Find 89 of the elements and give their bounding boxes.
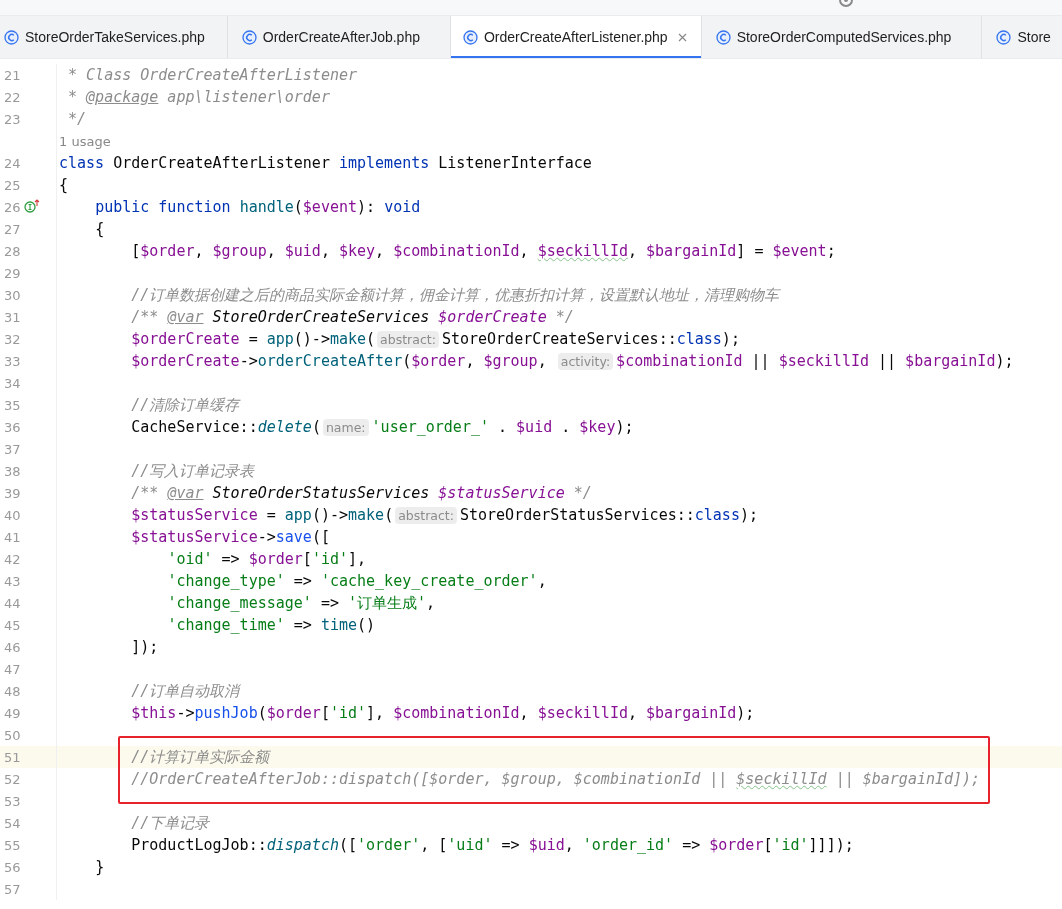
code-text: { <box>59 176 69 194</box>
line-number: 54 <box>3 815 21 831</box>
line-number: 39 <box>3 485 21 501</box>
parameter-hint: abstract: <box>395 506 457 524</box>
file-tab[interactable]: OrderCreateAfterJob.php <box>227 16 451 58</box>
code-text: $combinationId || $seckillId || $bargainId); <box>616 352 1014 370</box>
line-number: 55 <box>3 837 21 853</box>
close-icon[interactable] <box>677 32 687 42</box>
line-number: 36 <box>3 419 21 435</box>
line-number: 48 <box>3 683 21 699</box>
line-number: 37 <box>3 441 21 457</box>
code-text: * @package app\listener\order <box>68 88 330 106</box>
code-text: $statusService = app()->make( <box>131 506 394 524</box>
line-number: 23 <box>3 111 21 127</box>
code-text: $this->pushJob($order['id'], $combinationId, $seckillId, $bargainId); <box>131 704 755 722</box>
parameter-hint: activity: <box>557 352 614 370</box>
file-tab[interactable]: OrderCreateAfterListener.php <box>450 16 702 58</box>
line-number: 21 <box>3 67 21 83</box>
usage-count[interactable]: 1 usage <box>59 133 111 149</box>
line-number: 46 <box>3 639 21 655</box>
code-text: //写入订单记录表 <box>131 461 255 481</box>
line-number: 49 <box>3 705 21 721</box>
line-number: 42 <box>3 551 21 567</box>
line-number: 34 <box>3 375 21 391</box>
code-text: /** @var StoreOrderStatusServices $statusService */ <box>131 484 592 502</box>
line-number: 29 <box>3 265 21 281</box>
code-text: 'change_time' => time() <box>167 616 376 634</box>
code-text: //下单记录 <box>131 813 210 833</box>
code-text: //OrderCreateAfterJob::dispatch([$order, $group, $combinationId || $seckillId || $bargainId]); <box>131 770 981 788</box>
file-tab[interactable]: StoreOrderTakeServices.php <box>0 16 228 58</box>
code-text: ]); <box>131 638 159 656</box>
line-number: 31 <box>3 309 21 325</box>
code-text: { <box>95 220 105 238</box>
parameter-hint: name: <box>322 418 369 436</box>
class-icon <box>715 29 731 45</box>
line-number: 38 <box>3 463 21 479</box>
code-text: public function handle($event): void <box>95 198 421 216</box>
line-number: 24 <box>3 155 21 171</box>
code-text: [$order, $group, $uid, $key, $combinationId, $seckillId, $bargainId] = $event; <box>131 242 836 260</box>
parameter-hint: abstract: <box>377 330 439 348</box>
code-text: StoreOrderCreateServices::class); <box>441 330 740 348</box>
gear-icon[interactable] <box>838 0 854 9</box>
line-number: 33 <box>3 353 21 369</box>
implements-marker-icon[interactable] <box>24 199 40 213</box>
code-text: CacheService::delete( <box>131 418 321 436</box>
line-number: 25 <box>3 177 21 193</box>
code-text: 'user_order_' . $uid . $key); <box>371 418 634 436</box>
line-number: 28 <box>3 243 21 259</box>
code-text: $statusService->save([ <box>131 528 330 546</box>
line-number: 40 <box>3 507 21 523</box>
line-number: 51 <box>3 749 21 765</box>
class-icon <box>4 29 19 45</box>
code-text: } <box>95 858 105 876</box>
line-number: 50 <box>3 727 21 743</box>
line-number: 43 <box>3 573 21 589</box>
line-number: 52 <box>3 771 21 787</box>
code-text: /** @var StoreOrderCreateServices $orderCreate */ <box>131 308 574 326</box>
line-number: 30 <box>3 287 21 303</box>
line-number: 45 <box>3 617 21 633</box>
line-number: 35 <box>3 397 21 413</box>
code-text: */ <box>68 110 87 128</box>
code-text: 'change_message' => '订单生成', <box>167 593 436 613</box>
file-tab[interactable]: StoreOrderComputedServices.php <box>701 16 983 58</box>
code-text: //清除订单缓存 <box>131 395 240 415</box>
line-number: 22 <box>3 89 21 105</box>
code-text: $orderCreate->orderCreateAfter($order, $group, <box>131 352 548 370</box>
code-text: StoreOrderStatusServices::class); <box>459 506 758 524</box>
class-icon <box>996 29 1012 45</box>
code-text: $orderCreate = app()->make( <box>131 330 376 348</box>
code-text: //订单数据创建之后的商品实际金额计算，佣金计算，优惠折扣计算，设置默认地址，清理购物车 <box>131 285 780 305</box>
line-number: 53 <box>3 793 21 809</box>
class-icon <box>462 29 478 45</box>
code-text: ProductLogJob::dispatch(['order', ['uid' => $uid, 'order_id' => $order['id']]]); <box>131 836 854 854</box>
line-number: 26 <box>3 199 21 215</box>
code-text: 'change_type' => 'cache_key_create_order', <box>167 572 547 590</box>
line-number: 47 <box>3 661 21 677</box>
line-number: 56 <box>3 859 21 875</box>
code-text: class OrderCreateAfterListener implements ListenerInterface <box>59 154 592 172</box>
line-number: 57 <box>3 881 21 897</box>
code-text: 'oid' => $order['id'], <box>167 550 367 568</box>
class-icon <box>241 29 257 45</box>
code-text: //订单自动取消 <box>131 681 240 701</box>
line-number: 41 <box>3 529 21 545</box>
line-number: 32 <box>3 331 21 347</box>
line-number: 44 <box>3 595 21 611</box>
code-text: //计算订单实际金额 <box>131 747 270 767</box>
code-text: * Class OrderCreateAfterListener <box>68 66 357 84</box>
line-number: 27 <box>3 221 21 237</box>
file-tab[interactable]: Store <box>982 16 1062 58</box>
